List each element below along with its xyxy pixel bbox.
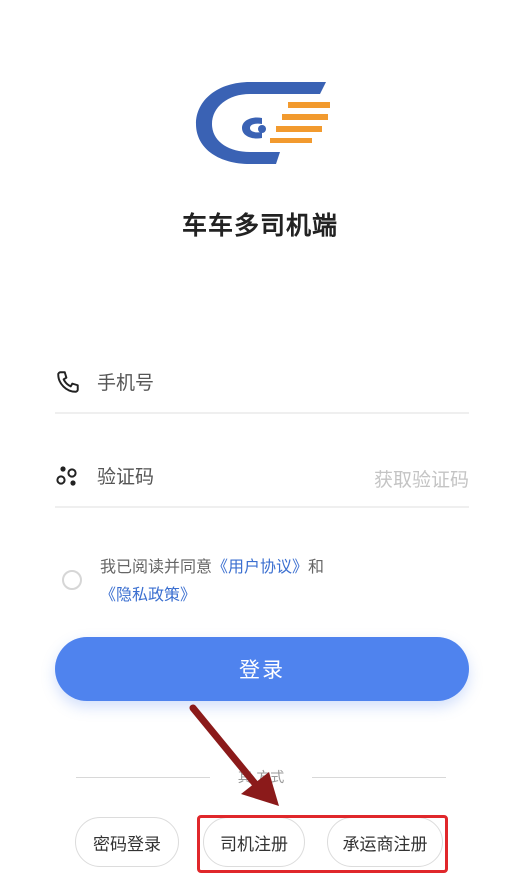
privacy-policy-link[interactable]: 《隐私政策》 <box>100 585 196 604</box>
logo-icon <box>196 82 330 164</box>
phone-divider <box>55 412 469 414</box>
login-button[interactable]: 登录 <box>55 637 469 701</box>
agreement-prefix: 我已阅读并同意 <box>100 557 213 576</box>
code-field-row: 获取验证码 <box>55 446 469 508</box>
phone-icon <box>57 371 79 393</box>
highlight-box <box>197 815 448 873</box>
other-methods-line-right <box>312 777 446 778</box>
agreement-radio[interactable] <box>62 570 82 590</box>
phone-input[interactable] <box>95 360 359 406</box>
password-login-button[interactable]: 密码登录 <box>75 817 179 867</box>
phone-field-row <box>55 352 469 414</box>
agreement-text: 我已阅读并同意《用户协议》和 《隐私政策》 <box>100 553 400 609</box>
verify-code-icon <box>56 466 77 486</box>
app-title: 车车多司机端 <box>181 211 338 240</box>
agreement-and: 和 <box>308 557 325 576</box>
code-divider <box>55 506 469 508</box>
verify-code-input[interactable] <box>95 454 359 500</box>
get-code-button[interactable]: 获取验证码 <box>374 465 469 492</box>
user-agreement-link[interactable]: 《用户协议》 <box>212 557 308 576</box>
annotation-arrow-icon <box>189 704 279 806</box>
